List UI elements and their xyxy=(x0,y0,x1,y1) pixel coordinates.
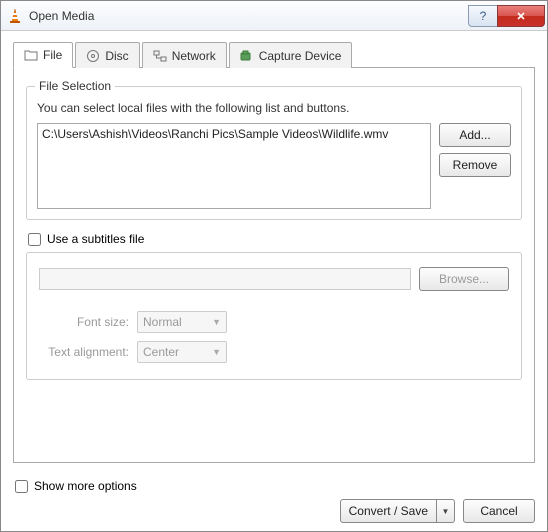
folder-icon xyxy=(24,48,38,62)
text-align-label: Text alignment: xyxy=(39,345,129,359)
network-icon xyxy=(153,49,167,63)
tab-file-label: File xyxy=(43,48,62,62)
browse-subtitle-button: Browse... xyxy=(419,267,509,291)
file-selection-helper: You can select local files with the foll… xyxy=(37,101,511,115)
use-subtitles-label: Use a subtitles file xyxy=(47,232,144,246)
font-size-label: Font size: xyxy=(39,315,129,329)
subtitle-path-input xyxy=(39,268,411,290)
vlc-cone-icon xyxy=(7,8,23,24)
file-selection-group: File Selection You can select local file… xyxy=(26,86,522,220)
convert-save-split-button: Convert / Save ▼ xyxy=(340,499,455,523)
chevron-down-icon: ▼ xyxy=(212,317,221,327)
chevron-down-icon: ▼ xyxy=(212,347,221,357)
text-align-combo: Center ▼ xyxy=(137,341,227,363)
convert-save-button[interactable]: Convert / Save xyxy=(340,499,437,523)
tab-page-file: File Selection You can select local file… xyxy=(13,67,535,463)
disc-icon xyxy=(86,49,100,63)
file-list-item[interactable]: C:\Users\Ashish\Videos\Ranchi Pics\Sampl… xyxy=(42,127,426,141)
svg-text:?: ? xyxy=(480,10,487,22)
open-media-dialog: Open Media ? File Disc Network xyxy=(0,0,548,532)
font-size-value: Normal xyxy=(143,315,182,329)
remove-button[interactable]: Remove xyxy=(439,153,511,177)
tab-disc[interactable]: Disc xyxy=(75,42,139,68)
source-tabs: File Disc Network Capture Device xyxy=(13,41,535,67)
tab-capture-label: Capture Device xyxy=(259,49,342,63)
chevron-down-icon: ▼ xyxy=(442,507,450,516)
file-list[interactable]: C:\Users\Ashish\Videos\Ranchi Pics\Sampl… xyxy=(37,123,431,209)
capture-icon xyxy=(240,49,254,63)
tab-disc-label: Disc xyxy=(105,49,128,63)
font-size-combo: Normal ▼ xyxy=(137,311,227,333)
tab-file[interactable]: File xyxy=(13,42,73,68)
close-button[interactable] xyxy=(497,5,545,27)
tab-network[interactable]: Network xyxy=(142,42,227,68)
convert-save-dropdown[interactable]: ▼ xyxy=(437,499,455,523)
titlebar: Open Media ? xyxy=(1,1,547,31)
subtitles-group: Browse... Font size: Normal ▼ Text align… xyxy=(26,252,522,380)
text-align-value: Center xyxy=(143,345,179,359)
show-more-options-checkbox[interactable] xyxy=(15,480,28,493)
cancel-button[interactable]: Cancel xyxy=(463,499,535,523)
help-button[interactable]: ? xyxy=(468,5,498,27)
window-title: Open Media xyxy=(29,9,469,23)
tab-network-label: Network xyxy=(172,49,216,63)
use-subtitles-checkbox[interactable] xyxy=(28,233,41,246)
file-selection-legend: File Selection xyxy=(35,79,115,93)
show-more-options-label: Show more options xyxy=(34,479,137,493)
tab-capture[interactable]: Capture Device xyxy=(229,42,353,68)
add-button[interactable]: Add... xyxy=(439,123,511,147)
